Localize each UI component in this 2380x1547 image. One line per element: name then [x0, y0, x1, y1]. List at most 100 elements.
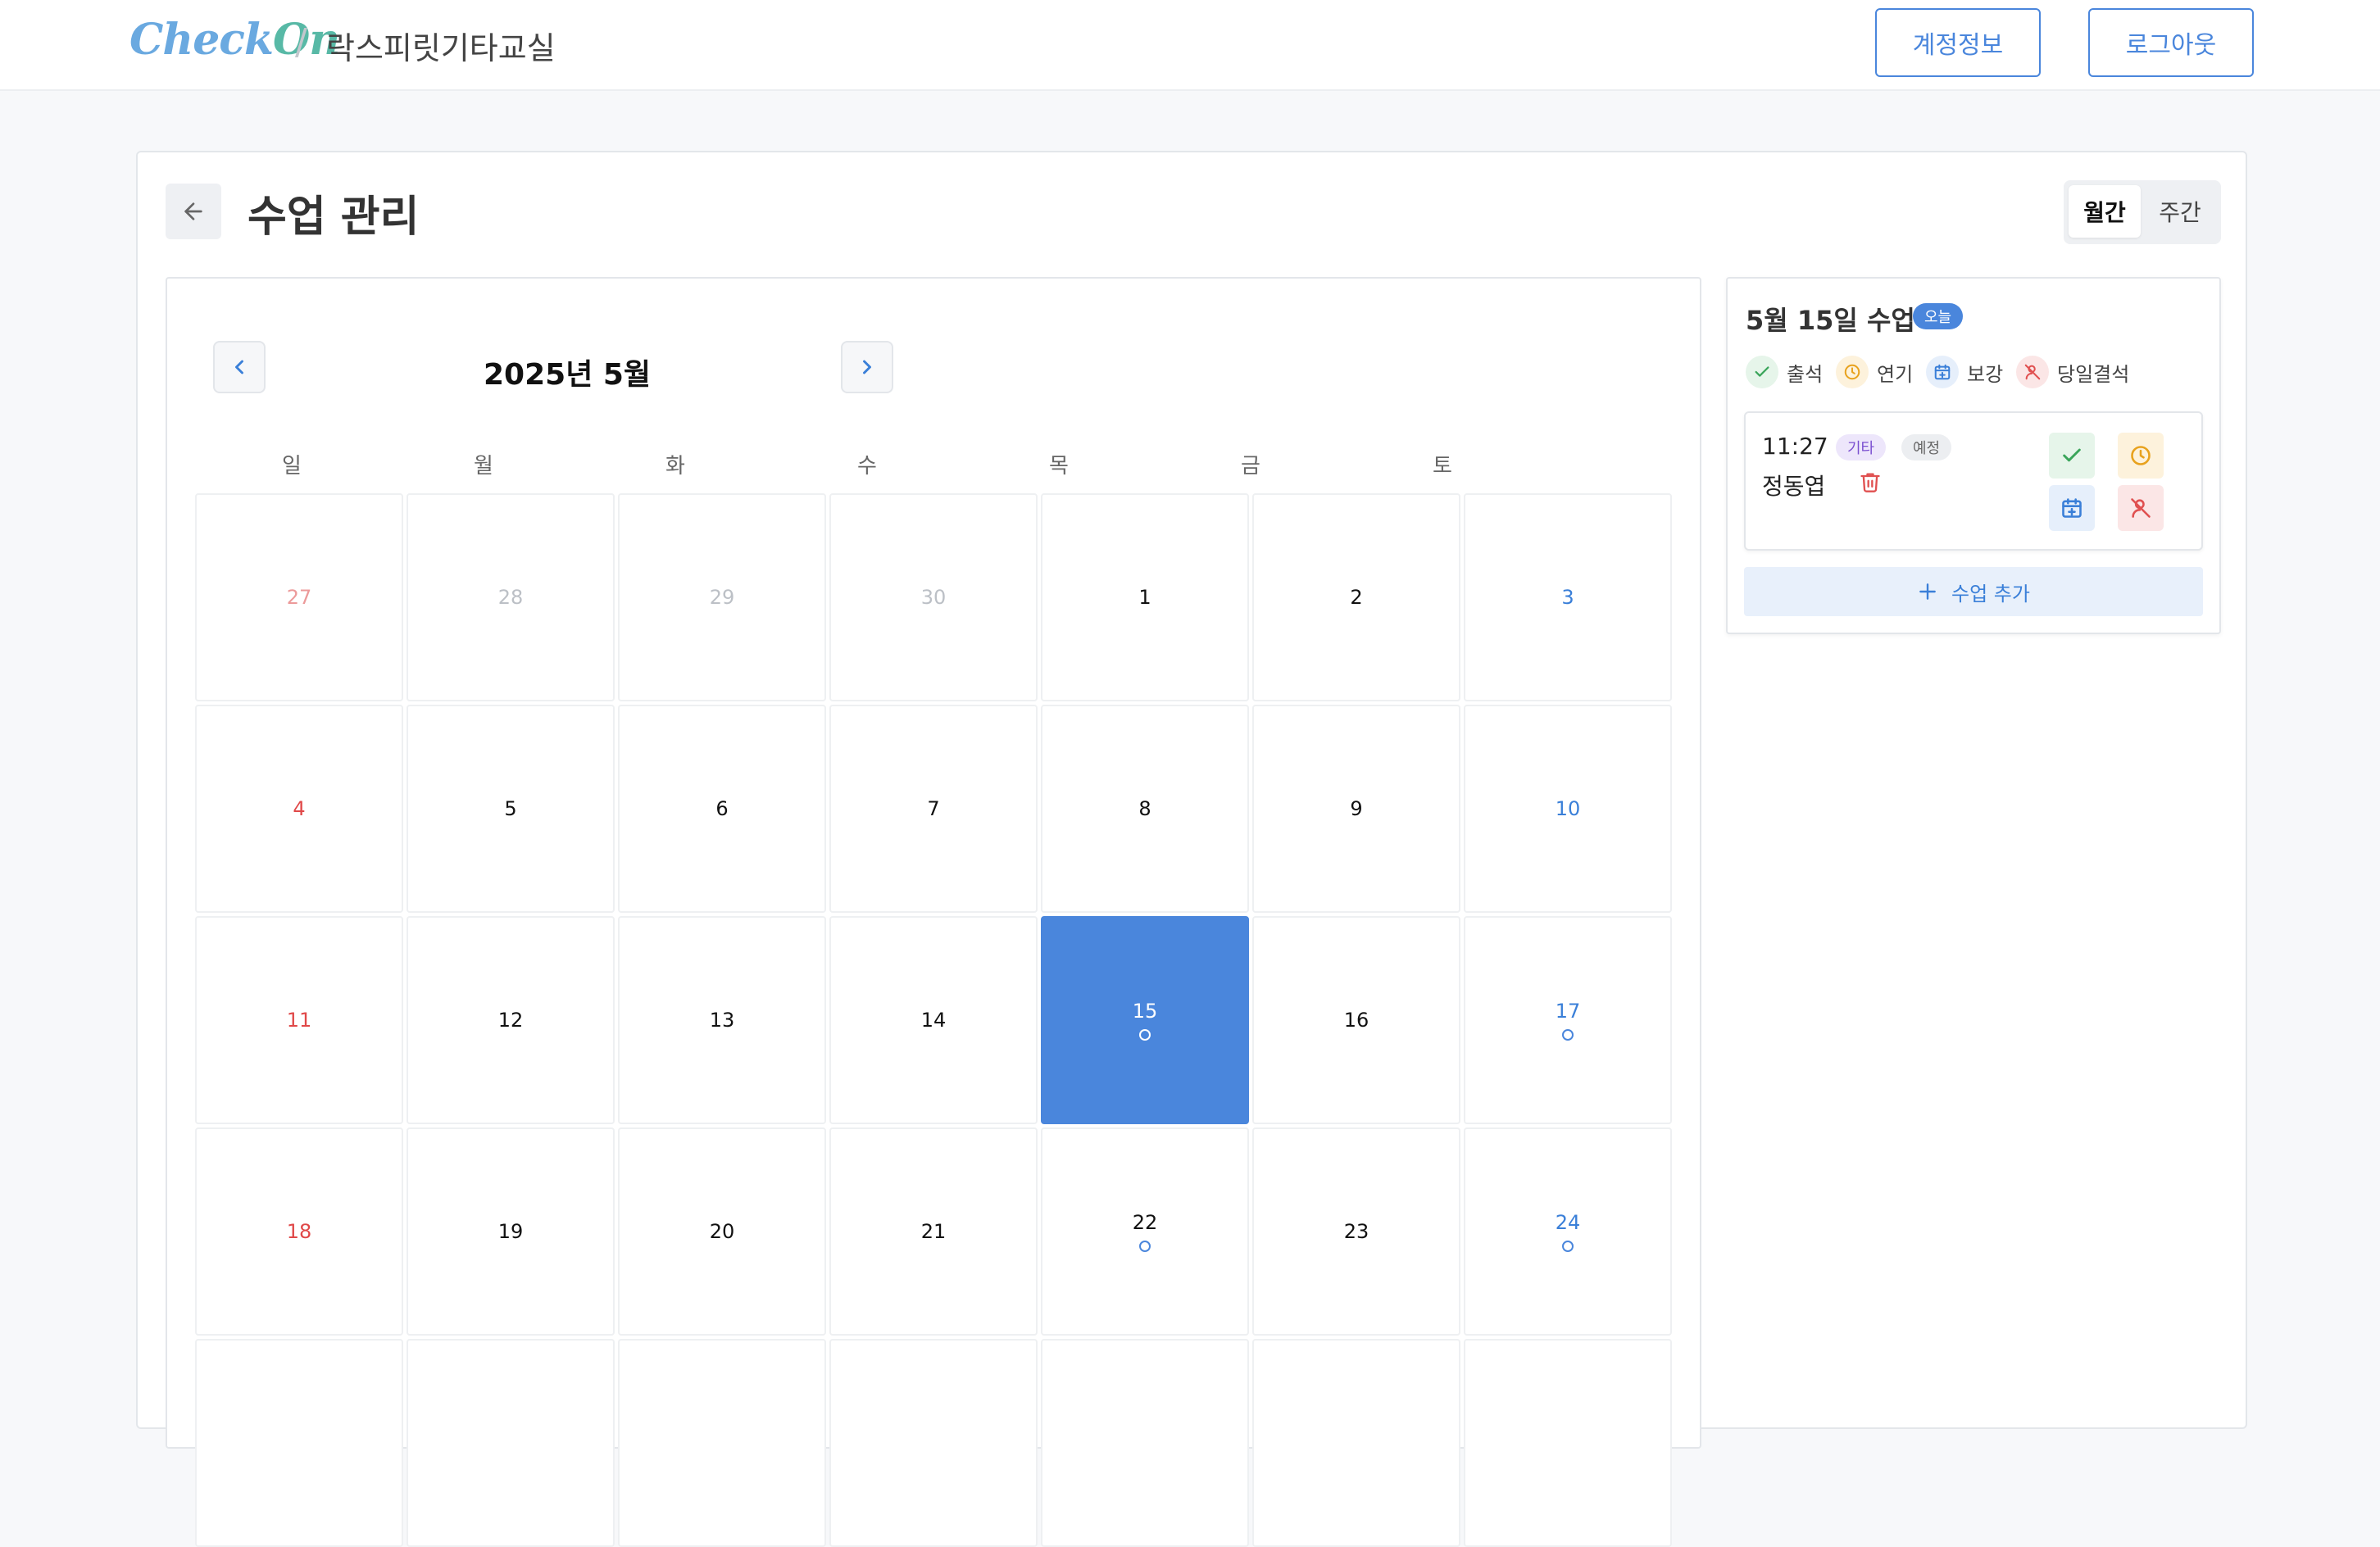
- calendar-plus-icon: [2062, 498, 2082, 518]
- lesson-management-card: 수업 관리 월간 주간 2025년 5월 일 월 화 수 목 금 토 27 28 2…: [136, 151, 2247, 1547]
- student-name: 정동엽: [1762, 473, 1826, 500]
- calendar-day-cell[interactable]: 10: [1464, 705, 1672, 913]
- check-icon: [2063, 448, 2081, 462]
- calendar-day-cell[interactable]: 3: [1464, 493, 1672, 701]
- lesson-indicator-dot: [1562, 1029, 1574, 1041]
- calendar-day-cell[interactable]: 28: [407, 493, 615, 701]
- calendar-day-number: 7: [927, 797, 940, 820]
- weekday-sat: 토: [1433, 454, 1452, 479]
- calendar-day-cell[interactable]: 19: [407, 1127, 615, 1336]
- calendar-day-cell[interactable]: 7: [829, 705, 1038, 913]
- calendar-day-cell[interactable]: 24: [1464, 1127, 1672, 1336]
- calendar-day-cell[interactable]: 29: [618, 493, 826, 701]
- calendar-day-number: 28: [497, 586, 524, 609]
- legend-postpone: 연기: [1836, 356, 1913, 388]
- calendar-grid: 27 28 29 30 1 2 3 4 5 6 7 8 9 10 11 12 13 14 15 16 17 18 19 20 2…: [195, 493, 1674, 1547]
- calendar-day-cell[interactable]: [407, 1339, 615, 1547]
- makeup-button[interactable]: [2049, 485, 2095, 531]
- calendar-day-cell[interactable]: 4: [195, 705, 403, 913]
- calendar-day-cell[interactable]: 13: [618, 916, 826, 1124]
- calendar-day-cell[interactable]: 15: [1041, 916, 1249, 1124]
- prev-month-button[interactable]: [213, 341, 266, 393]
- calendar-day-cell[interactable]: 17: [1464, 916, 1672, 1124]
- calendar-day-cell[interactable]: 21: [829, 1127, 1038, 1336]
- calendar-day-cell[interactable]: 14: [829, 916, 1038, 1124]
- legend-attendance: 출석: [1746, 356, 1823, 388]
- weekday-thu: 목: [1049, 454, 1069, 479]
- calendar-day-number: 5: [504, 797, 517, 820]
- calendar-day-cell[interactable]: 16: [1252, 916, 1460, 1124]
- back-button[interactable]: [166, 184, 221, 239]
- postpone-button[interactable]: [2118, 433, 2164, 479]
- calendar-day-cell[interactable]: 6: [618, 705, 826, 913]
- calendar-day-cell[interactable]: [829, 1339, 1038, 1547]
- calendar-day-cell[interactable]: 2: [1252, 493, 1460, 701]
- calendar-day-number: 11: [286, 1009, 312, 1032]
- arrow-left-icon: [184, 202, 202, 220]
- legend-same-day-absence: 당일결석: [2016, 356, 2129, 388]
- calendar-day-number: 10: [1555, 797, 1581, 820]
- page-title: 수업 관리: [248, 193, 420, 242]
- calendar-day-number: 6: [715, 797, 729, 820]
- user-x-icon: [2131, 498, 2151, 518]
- calendar-day-cell[interactable]: 30: [829, 493, 1038, 701]
- status-badge: 예정: [1901, 434, 1952, 460]
- trash-icon: [1860, 473, 1880, 492]
- calendar-day-cell[interactable]: 20: [618, 1127, 826, 1336]
- mark-attendance-button[interactable]: [2049, 433, 2095, 479]
- calendar-day-cell[interactable]: 9: [1252, 705, 1460, 913]
- chevron-left-icon: [235, 360, 243, 374]
- weekday-tue: 화: [665, 454, 685, 479]
- delete-lesson-button[interactable]: [1859, 470, 1883, 495]
- calendar-day-cell[interactable]: 27: [195, 493, 403, 701]
- calendar-day-cell[interactable]: [618, 1339, 826, 1547]
- weekday-fri: 금: [1241, 454, 1260, 479]
- calendar-day-number: 8: [1138, 797, 1151, 820]
- category-tag: 기타: [1836, 434, 1887, 460]
- calendar-day-cell[interactable]: 1: [1041, 493, 1249, 701]
- calendar-day-cell[interactable]: 22: [1041, 1127, 1249, 1336]
- clock-icon: [1836, 356, 1869, 388]
- calendar-day-cell[interactable]: [1464, 1339, 1672, 1547]
- calendar-day-number: 24: [1555, 1211, 1581, 1234]
- lesson-item[interactable]: 11:27 기타 예정 정동엽: [1744, 411, 2203, 551]
- calendar-day-number: 4: [293, 797, 306, 820]
- logout-button[interactable]: 로그아웃: [2088, 8, 2254, 77]
- calendar-day-cell[interactable]: [195, 1339, 403, 1547]
- next-month-button[interactable]: [841, 341, 893, 393]
- calendar-day-cell[interactable]: [1252, 1339, 1460, 1547]
- calendar-day-cell[interactable]: 8: [1041, 705, 1249, 913]
- calendar-day-number: 21: [920, 1220, 947, 1243]
- calendar-day-cell[interactable]: 11: [195, 916, 403, 1124]
- checkon-logo[interactable]: CheckOn: [129, 15, 340, 65]
- calendar-day-number: 20: [709, 1220, 735, 1243]
- calendar-day-cell[interactable]: 12: [407, 916, 615, 1124]
- chevron-right-icon: [863, 360, 871, 374]
- calendar-day-number: 1: [1138, 586, 1151, 609]
- add-lesson-button[interactable]: 수업 추가: [1744, 567, 2203, 616]
- calendar-plus-icon: [1926, 356, 1959, 388]
- day-lessons-panel: 5월 15일 수업 오늘 출석 연기 보강 당일결석 11:27 기타 예정 정…: [1726, 277, 2221, 634]
- calendar-day-number: 18: [286, 1220, 312, 1243]
- calendar-panel: 2025년 5월 일 월 화 수 목 금 토 27 28 29 30 1 2 3 4 5 6 7 8 9…: [166, 277, 1701, 1547]
- calendar-day-cell[interactable]: [1041, 1339, 1249, 1547]
- clock-icon: [2131, 446, 2151, 465]
- calendar-day-number: 9: [1350, 797, 1363, 820]
- weekday-sun: 일: [282, 454, 302, 479]
- breadcrumb-separator: /: [295, 21, 307, 63]
- account-info-button[interactable]: 계정정보: [1875, 8, 2041, 77]
- calendar-day-cell[interactable]: 23: [1252, 1127, 1460, 1336]
- absence-button[interactable]: [2118, 485, 2164, 531]
- calendar-day-cell[interactable]: 18: [195, 1127, 403, 1336]
- calendar-day-number: 16: [1343, 1009, 1369, 1032]
- month-label: 2025년 5월: [484, 358, 652, 392]
- calendar-day-number: 22: [1132, 1211, 1158, 1234]
- tab-monthly[interactable]: 월간: [2069, 185, 2141, 238]
- calendar-day-cell[interactable]: 5: [407, 705, 615, 913]
- calendar-day-number: 29: [709, 586, 735, 609]
- school-name: 락스피릿기타교실: [326, 30, 556, 66]
- calendar-day-number: 23: [1343, 1220, 1369, 1243]
- view-toggle: 월간 주간: [2064, 180, 2221, 244]
- tab-weekly[interactable]: 주간: [2144, 185, 2216, 238]
- calendar-day-number: 27: [286, 586, 312, 609]
